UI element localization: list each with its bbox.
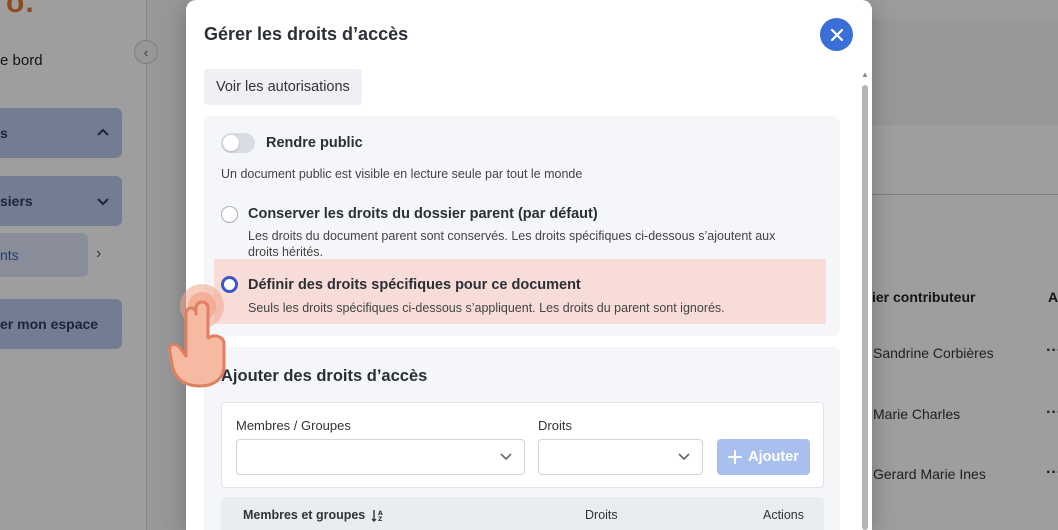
close-icon: [830, 28, 843, 41]
more-icon: ···: [1046, 404, 1058, 421]
bg-contributor-cell: Marie Charles: [873, 406, 961, 422]
scrollbar-thumb[interactable]: [862, 85, 868, 530]
rights-table-header: Membres et groupes AZ Droits Actions: [221, 497, 824, 530]
add-rights-section: Ajouter des droits d’accès Membres / Gro…: [204, 347, 840, 530]
option-keep-parent-desc-1: Les droits du document parent sont conse…: [248, 229, 776, 243]
rights-select[interactable]: [538, 439, 703, 475]
members-label: Membres / Groupes: [236, 418, 351, 433]
bg-nav-item-label: siers: [0, 193, 33, 209]
scroll-up-icon[interactable]: ▲: [861, 70, 869, 79]
rights-label: Droits: [538, 418, 572, 433]
th-members-label: Membres et groupes: [243, 508, 366, 522]
add-button[interactable]: Ajouter: [717, 439, 810, 475]
option-keep-parent-title: Conserver les droits du dossier parent (…: [248, 206, 598, 222]
bg-divider: [860, 194, 1058, 195]
tap-hand-icon: [168, 284, 226, 388]
sort-icon[interactable]: AZ: [371, 509, 385, 522]
public-toggle[interactable]: [221, 133, 255, 153]
toggle-knob: [223, 135, 239, 151]
add-rights-form: Membres / Groupes Droits Ajouter: [221, 402, 824, 488]
chevron-right-icon: ›: [96, 245, 102, 262]
public-label: Rendre public: [266, 135, 363, 151]
more-icon: ···: [1046, 464, 1058, 481]
svg-text:Z: Z: [378, 516, 383, 522]
radio-keep-parent-rights[interactable]: [221, 206, 238, 223]
access-rights-modal: Gérer les droits d’accès Voir les autori…: [186, 0, 872, 530]
members-select[interactable]: [236, 439, 525, 475]
close-button[interactable]: [820, 18, 853, 51]
bg-nav-dashboard: e bord: [0, 52, 43, 69]
view-permissions-button[interactable]: Voir les autorisations: [204, 69, 362, 105]
visibility-section: Rendre public Un document public est vis…: [204, 116, 840, 336]
bg-contributor-cell: Gerard Marie Ines: [873, 466, 986, 482]
chevron-down-icon: [97, 198, 109, 206]
bg-nav-item-1: s: [0, 108, 122, 158]
plus-icon: [728, 450, 743, 464]
th-rights: Droits: [585, 508, 618, 522]
add-button-label: Ajouter: [748, 449, 799, 465]
bg-nav-item-2: siers: [0, 176, 122, 226]
chevron-up-icon: [97, 128, 109, 136]
th-actions: Actions: [763, 508, 804, 522]
option-specific-desc: Seuls les droits spécifiques ci-dessous …: [248, 301, 725, 315]
option-specific-title: Définir des droits spécifiques pour ce d…: [248, 277, 581, 293]
chevron-left-icon: ‹: [134, 40, 158, 64]
public-description: Un document public est visible en lectur…: [221, 167, 583, 181]
bg-topbar: [860, 0, 1058, 20]
more-icon: ···: [1046, 342, 1058, 359]
bg-col-contributor: ier contributeur: [872, 289, 976, 305]
add-rights-title: Ajouter des droits d’accès: [221, 367, 428, 385]
bg-contributor-cell: Sandrine Corbières: [873, 345, 994, 361]
bg-nav-item-label: s: [0, 125, 8, 141]
bg-nav-space-button: er mon espace: [0, 299, 122, 349]
option-keep-parent-desc-2: droits hérités.: [248, 245, 324, 259]
bg-nav-space-label: er mon espace: [0, 316, 99, 332]
bg-logo: o.: [6, 0, 35, 19]
bg-nav-sub-item: nts: [0, 233, 88, 277]
bg-col-actions: A: [1048, 289, 1058, 305]
chevron-down-icon: [500, 453, 512, 461]
bg-sidebar: o. e bord s siers nts › er mon espace: [0, 0, 147, 530]
chevron-down-icon: [678, 453, 690, 461]
th-members[interactable]: Membres et groupes AZ: [243, 508, 385, 522]
modal-title: Gérer les droits d’accès: [204, 24, 409, 44]
